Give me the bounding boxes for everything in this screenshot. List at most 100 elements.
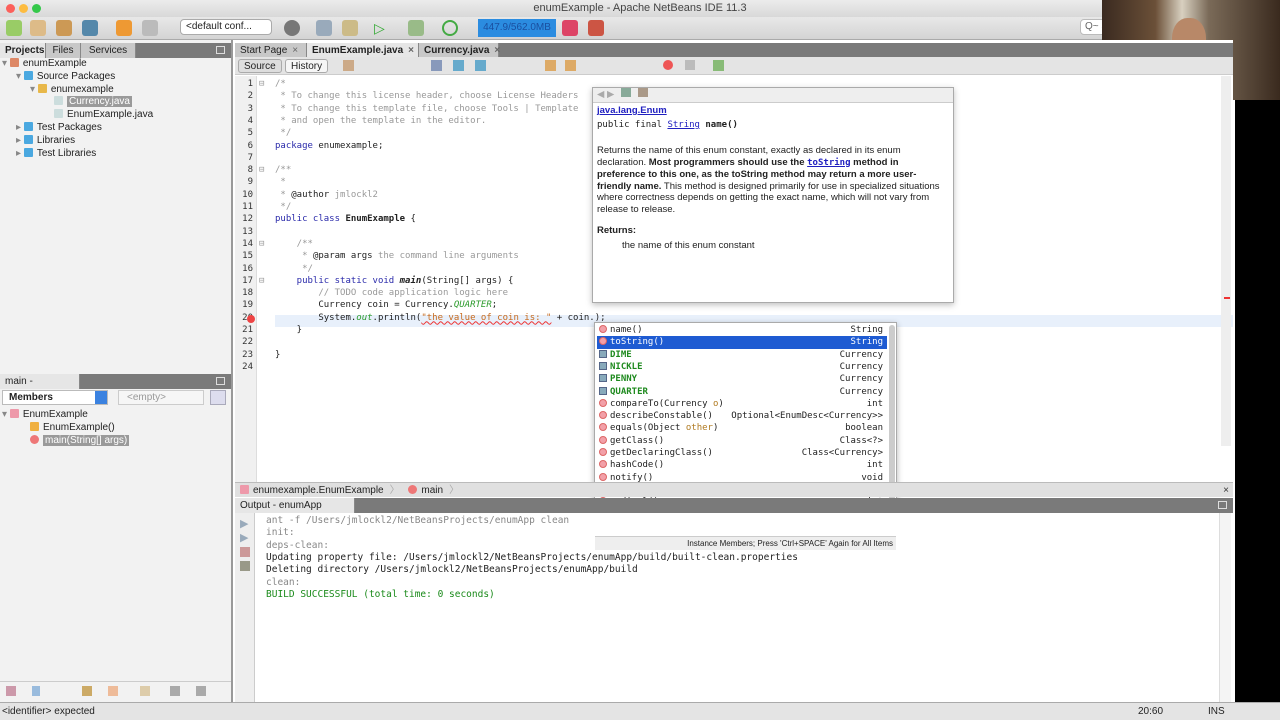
members-filter-select[interactable]: Members <box>2 390 108 405</box>
tree-item[interactable]: Currency.java <box>2 96 230 109</box>
find-next-icon[interactable] <box>475 60 486 71</box>
layout-icon[interactable] <box>210 390 226 405</box>
rerun-icon[interactable]: ▶ <box>240 517 248 530</box>
tab-currency-java[interactable]: Currency.java × <box>419 43 500 58</box>
tree-item[interactable]: ▾ enumexample <box>2 83 230 97</box>
back-icon[interactable]: ◀ <box>593 89 604 100</box>
completion-item[interactable]: toString() String <box>597 336 887 349</box>
source-button[interactable]: Source <box>238 59 282 73</box>
record-macro-icon[interactable] <box>663 60 673 70</box>
tab-projects[interactable]: Projects× <box>0 43 55 58</box>
expand-toggle-icon[interactable]: ▸ <box>16 135 24 146</box>
breadcrumb-method[interactable]: main <box>421 485 443 496</box>
fold-icon[interactable]: ⊟ <box>259 275 264 287</box>
close-window-button[interactable] <box>6 4 15 13</box>
target-icon[interactable] <box>284 20 300 36</box>
new-file-icon[interactable] <box>6 20 22 36</box>
filter-inherited-icon[interactable] <box>108 686 118 696</box>
expand-toggle-icon[interactable]: ▾ <box>2 58 10 69</box>
sort-source-icon[interactable] <box>196 686 206 696</box>
completion-item[interactable]: equals(Object other) boolean <box>597 422 887 434</box>
expand-toggle-icon[interactable]: ▸ <box>16 122 24 133</box>
completion-item[interactable]: name() String <box>597 324 887 336</box>
stop-macro-icon[interactable] <box>685 60 695 70</box>
tab-output[interactable]: Output - enumApp (clean)× <box>235 498 355 526</box>
clean-build-icon[interactable] <box>342 20 358 36</box>
new-project-icon[interactable] <box>30 20 46 36</box>
filter-static-icon[interactable] <box>32 686 40 696</box>
tab-files[interactable]: Files <box>46 43 81 58</box>
tab-start-page[interactable]: Start Page × <box>235 43 307 58</box>
find-icon[interactable] <box>431 60 442 71</box>
editor-scrollbar[interactable] <box>1221 76 1231 446</box>
close-icon[interactable]: × <box>494 45 500 56</box>
scope-select[interactable]: <empty> <box>118 390 204 405</box>
bookmark-previous-icon[interactable] <box>545 60 556 71</box>
completion-item[interactable]: compareTo(Currency o) int <box>597 398 887 410</box>
find-previous-icon[interactable] <box>453 60 464 71</box>
zoom-window-button[interactable] <box>32 4 41 13</box>
comment-icon[interactable] <box>713 60 724 71</box>
stop-icon[interactable] <box>240 547 250 557</box>
settings-icon[interactable] <box>240 561 250 571</box>
rerun-with-params-icon[interactable]: ▶ <box>240 531 248 544</box>
tree-item[interactable]: ▸ Libraries <box>2 134 230 148</box>
forward-icon[interactable]: ▶ <box>607 89 614 100</box>
fold-icon[interactable]: ⊟ <box>259 164 264 176</box>
profile-icon[interactable] <box>442 20 458 36</box>
memory-indicator[interactable]: 447.9/562.0MB <box>478 19 556 37</box>
sort-icon[interactable] <box>140 686 150 696</box>
sort-name-icon[interactable] <box>170 686 180 696</box>
build-icon[interactable] <box>316 20 332 36</box>
expand-toggle-icon[interactable]: ▸ <box>16 148 24 159</box>
tree-item[interactable]: ▸ Test Packages <box>2 121 230 135</box>
output-scrollbar[interactable] <box>1219 513 1231 702</box>
history-button[interactable]: History <box>285 59 329 73</box>
navigator-item[interactable]: EnumExample() <box>2 421 230 435</box>
minimize-panel-icon[interactable] <box>1218 501 1227 509</box>
tree-item[interactable]: ▸ Test Libraries <box>2 147 230 161</box>
completion-item[interactable]: hashCode() int <box>597 459 887 471</box>
close-icon[interactable]: × <box>292 45 298 56</box>
fold-icon[interactable]: ⊟ <box>259 78 264 90</box>
last-edit-icon[interactable] <box>343 60 354 71</box>
tree-item[interactable]: ▾ enumExample <box>2 58 230 71</box>
tab-enumexample-java[interactable]: EnumExample.java × <box>307 43 419 58</box>
string-type-link[interactable]: String <box>667 120 700 130</box>
tab-navigator[interactable]: main - Navigator× <box>0 374 80 402</box>
fold-icon[interactable]: ⊟ <box>259 238 264 250</box>
open-project-icon[interactable] <box>56 20 72 36</box>
save-all-icon[interactable] <box>82 20 98 36</box>
gc-icon[interactable] <box>562 20 578 36</box>
minimize-panel-icon[interactable] <box>216 377 225 385</box>
close-icon[interactable]: × <box>1223 483 1229 498</box>
profiler-icon[interactable] <box>588 20 604 36</box>
completion-item[interactable]: PENNY Currency <box>597 373 887 385</box>
tostring-link[interactable]: toString <box>807 158 850 168</box>
breadcrumb-class[interactable]: enumexample.EnumExample <box>253 485 384 496</box>
expand-toggle-icon[interactable]: ▾ <box>30 84 38 95</box>
tree-item[interactable]: EnumExample.java <box>2 109 230 122</box>
javadoc-class-link[interactable]: java.lang.Enum <box>597 105 949 116</box>
error-stripe-mark[interactable] <box>1224 297 1230 299</box>
redo-icon[interactable] <box>142 20 158 36</box>
run-icon[interactable]: ▷ <box>374 20 390 36</box>
expand-toggle-icon[interactable]: ▾ <box>2 409 10 420</box>
completion-item[interactable]: describeConstable() Optional<EnumDesc<Cur… <box>597 410 887 422</box>
minimize-window-button[interactable] <box>19 4 28 13</box>
close-icon[interactable]: × <box>408 45 414 56</box>
filter-fields-icon[interactable] <box>6 686 16 696</box>
minimize-panel-icon[interactable] <box>216 46 225 54</box>
filter-nonpublic-icon[interactable] <box>82 686 92 696</box>
bookmark-next-icon[interactable] <box>565 60 576 71</box>
open-browser-icon[interactable] <box>620 88 631 97</box>
navigator-item[interactable]: main(String[] args) <box>2 434 230 448</box>
go-to-source-icon[interactable] <box>637 88 648 97</box>
expand-toggle-icon[interactable]: ▾ <box>16 71 24 82</box>
completion-item[interactable]: NICKLE Currency <box>597 361 887 373</box>
completion-item[interactable]: getDeclaringClass() Class<Currency> <box>597 447 887 459</box>
completion-item[interactable]: QUARTER Currency <box>597 386 887 398</box>
configuration-select[interactable]: <default conf... <box>180 19 272 35</box>
error-hint-icon[interactable] <box>247 315 255 323</box>
completion-item[interactable]: getClass() Class<?> <box>597 435 887 447</box>
